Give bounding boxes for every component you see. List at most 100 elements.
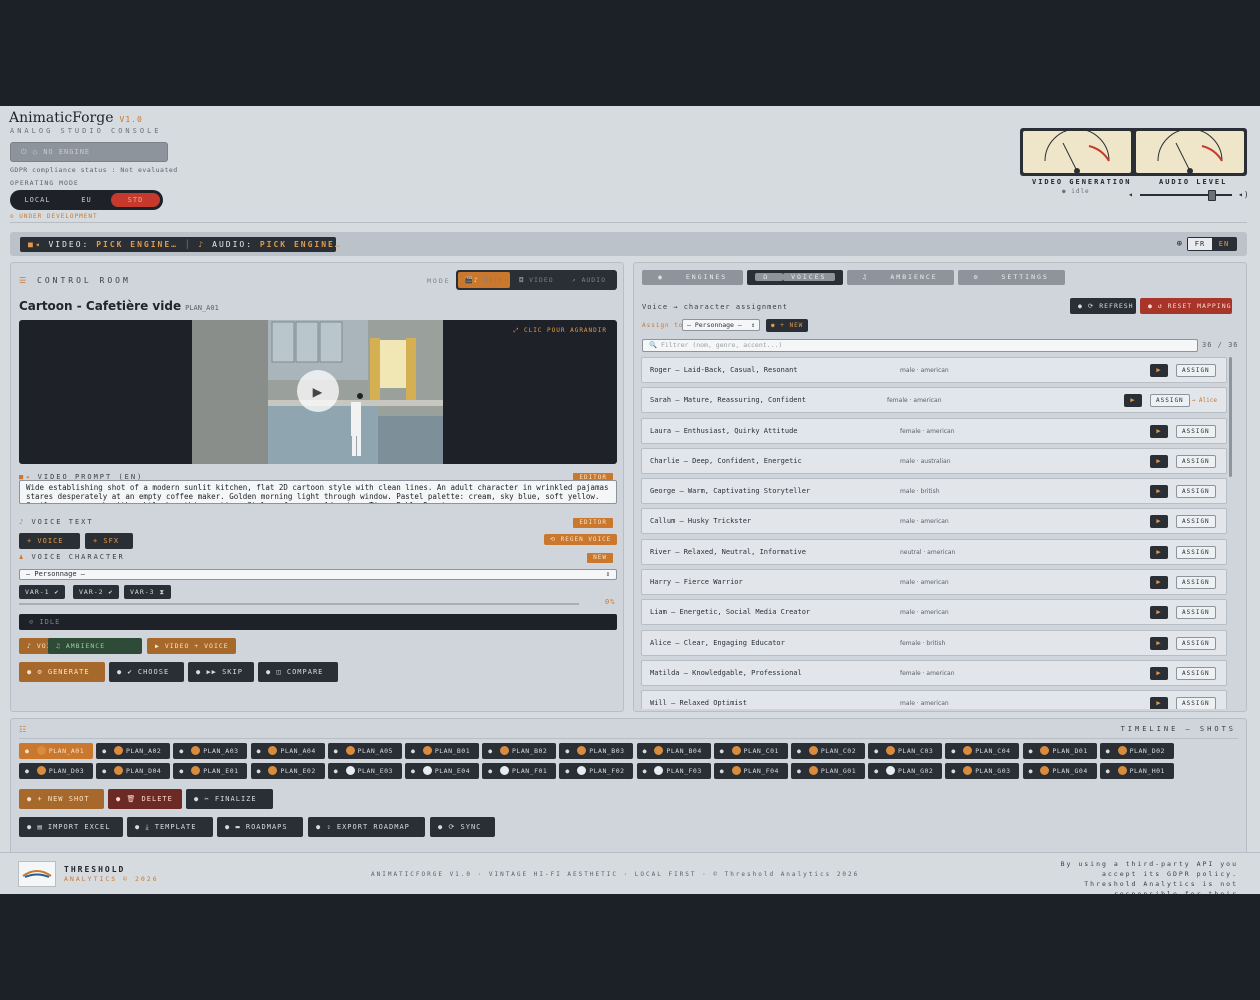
assign-button[interactable]: ASSIGN (1176, 424, 1216, 438)
assign-button[interactable]: ASSIGN (1176, 666, 1216, 680)
shot-plan-c01[interactable]: ● PLAN_C01 (713, 743, 788, 759)
play-icon[interactable]: ▶ (1150, 485, 1168, 499)
opmode-eu[interactable]: EU (62, 193, 111, 207)
slider-knob[interactable] (1208, 190, 1216, 201)
assign-button[interactable]: ASSIGN (1176, 364, 1216, 377)
shot-plan-d03[interactable]: ● PLAN_D03 (19, 763, 93, 779)
video-preview[interactable]: ▶ ⤢ CLIC POUR AGRANDIR (19, 320, 617, 464)
play-icon[interactable]: ▶ (1150, 576, 1168, 590)
variant-2-button[interactable]: VAR-2 ✔ (73, 585, 120, 599)
shot-plan-c03[interactable]: ● PLAN_C03 (868, 743, 943, 759)
variant-1-button[interactable]: VAR-1 ✔ (19, 585, 66, 599)
engine-status-button[interactable]: ⏻ ○ NO ENGINE (10, 142, 168, 162)
voice-row[interactable]: Sarah — Mature, Reassuring, Confident fem… (641, 387, 1227, 414)
finalize-button[interactable]: ● ✂ FINALIZE (186, 789, 273, 809)
audio-level-slider[interactable]: ◂ ◂) (1128, 190, 1249, 201)
add-sfx-button[interactable]: + SFX (85, 533, 133, 549)
play-icon[interactable]: ▶ (1124, 394, 1142, 408)
shot-plan-f04[interactable]: ● PLAN_F04 (713, 763, 788, 779)
voice-row[interactable]: Harry — Fierce Warrior male · american ▶ AS… (641, 569, 1227, 596)
shot-plan-f03[interactable]: ● PLAN_F03 (636, 763, 711, 779)
assign-button[interactable]: ASSIGN (1176, 606, 1216, 620)
voice-row[interactable]: Callum — Husky Trickster male · american ▶… (641, 508, 1227, 535)
variant-3-button[interactable]: VAR-3 ⧗ (124, 585, 172, 599)
voice-row[interactable]: Matilda — Knowledgable, Professional fema… (641, 659, 1227, 686)
shot-plan-g03[interactable]: ● PLAN_G03 (945, 763, 1020, 779)
voice-filter-input[interactable]: 🔍 Filtrer (nom, genre, accent...) (642, 339, 1198, 352)
shot-plan-e01[interactable]: ● PLAN_E01 (173, 763, 248, 779)
import-excel-button[interactable]: ● ▤ IMPORT EXCEL (19, 817, 123, 837)
voice-row[interactable]: Will — Relaxed Optimist male · american ▶ A… (641, 690, 1227, 709)
shot-plan-f02[interactable]: ● PLAN_F02 (559, 763, 634, 779)
compare-button[interactable]: ● ◫ COMPARE (258, 662, 338, 682)
template-button[interactable]: ● ⤓ TEMPLATE (127, 817, 213, 837)
shot-plan-g04[interactable]: ● PLAN_G04 (1022, 763, 1097, 779)
play-icon[interactable]: ▶ (1150, 364, 1168, 377)
opmode-std[interactable]: STD (111, 193, 160, 207)
shot-plan-c04[interactable]: ● PLAN_C04 (945, 743, 1020, 759)
play-icon[interactable]: ▶ (1150, 515, 1168, 529)
shot-plan-h01[interactable]: ● PLAN_H01 (1099, 763, 1174, 779)
shot-plan-f01[interactable]: ● PLAN_F01 (482, 763, 557, 779)
shot-plan-a04[interactable]: ● PLAN_A04 (250, 743, 325, 759)
tab-voices[interactable]: Ω VOICES (747, 270, 843, 285)
play-icon[interactable]: ▶ (297, 370, 339, 412)
choose-button[interactable]: ● ✔ CHOOSE (109, 662, 184, 682)
assign-button[interactable]: ASSIGN (1176, 454, 1216, 468)
click-to-enlarge-hint[interactable]: ⤢ CLIC POUR AGRANDIR (514, 327, 607, 335)
play-icon[interactable]: ▶ (1150, 606, 1168, 620)
refresh-button[interactable]: ● ⟳ REFRESH (1070, 298, 1136, 314)
assign-button[interactable]: ASSIGN (1176, 485, 1216, 499)
voice-list-scrollbar[interactable] (1229, 357, 1232, 477)
shot-plan-a02[interactable]: ● PLAN_A02 (96, 743, 171, 759)
shot-plan-d04[interactable]: ● PLAN_D04 (96, 763, 171, 779)
skip-button[interactable]: ● ▶▶ SKIP (188, 662, 254, 682)
sync-button[interactable]: ● ⟳ SYNC (430, 817, 495, 837)
video-prompt-textarea[interactable]: Wide establishing shot of a modern sunli… (19, 480, 617, 504)
lang-fr[interactable]: FR (1188, 238, 1212, 250)
voice-row[interactable]: Charlie — Deep, Confident, Energetic male… (641, 447, 1227, 474)
assign-button[interactable]: ASSIGN (1176, 545, 1216, 559)
shot-plan-b04[interactable]: ● PLAN_B04 (636, 743, 711, 759)
mode-audio[interactable]: ↗ AUDIO (563, 272, 615, 288)
shot-plan-d02[interactable]: ● PLAN_D02 (1099, 743, 1174, 759)
new-character-button[interactable]: ● + NEW (766, 319, 809, 332)
reset-mapping-button[interactable]: ● ↺ RESET MAPPING (1140, 298, 1232, 314)
shot-plan-e03[interactable]: ● PLAN_E03 (327, 763, 402, 779)
assign-button[interactable]: ASSIGN (1176, 515, 1216, 529)
assign-button[interactable]: ASSIGN (1176, 697, 1216, 709)
voice-character-select[interactable]: — Personnage — ⇕ (19, 569, 617, 580)
voice-row[interactable]: George — Warm, Captivating Storyteller ma… (641, 478, 1227, 505)
voice-row[interactable]: Alice — Clear, Engaging Educator female ·… (641, 629, 1227, 656)
shot-plan-g01[interactable]: ● PLAN_G01 (791, 763, 865, 779)
voice-row[interactable]: Liam — Energetic, Social Media Creator ma… (641, 599, 1227, 626)
tab-settings[interactable]: ⚙ SETTINGS (957, 270, 1065, 285)
regen-voice-button[interactable]: ⟲ REGEN VOICE (544, 534, 618, 545)
shot-plan-c02[interactable]: ● PLAN_C02 (791, 743, 865, 759)
add-voice-button[interactable]: + VOICE (19, 533, 80, 549)
shot-plan-b02[interactable]: ● PLAN_B02 (482, 743, 557, 759)
opmode-local[interactable]: LOCAL (13, 193, 62, 207)
mode-video[interactable]: ◘ VIDEO (510, 272, 562, 288)
voice-row[interactable]: River — Relaxed, Neutral, Informative neu… (641, 538, 1227, 565)
voice-text-editor-tag[interactable]: EDITOR (573, 518, 613, 528)
tab-ambience[interactable]: ♫ AMBIENCE (846, 270, 954, 285)
tab-engines[interactable]: ◉ ENGINES (642, 270, 744, 285)
play-icon[interactable]: ▶ (1150, 697, 1168, 709)
shot-plan-b01[interactable]: ● PLAN_B01 (405, 743, 479, 759)
generate-button[interactable]: ● ⚙ GENERATE (19, 662, 105, 682)
roadmaps-button[interactable]: ● ▬ ROADMAPS (217, 817, 303, 837)
shot-plan-b03[interactable]: ● PLAN_B03 (559, 743, 634, 759)
export-roadmap-button[interactable]: ● ⇪ EXPORT ROADMAP (308, 817, 425, 837)
assign-button[interactable]: ASSIGN (1150, 394, 1190, 408)
voice-character-new-tag[interactable]: NEW (587, 553, 613, 563)
play-icon[interactable]: ▶ (1150, 424, 1168, 438)
voice-row[interactable]: Roger — Laid-Back, Casual, Resonant male … (641, 357, 1227, 383)
assign-button[interactable]: ASSIGN (1176, 636, 1216, 650)
delete-button[interactable]: ● 🗑 DELETE (108, 789, 182, 809)
assign-button[interactable]: ASSIGN (1176, 576, 1216, 590)
play-icon[interactable]: ▶ (1150, 636, 1168, 650)
shot-plan-a05[interactable]: ● PLAN_A05 (327, 743, 402, 759)
shot-plan-e02[interactable]: ● PLAN_E02 (250, 763, 325, 779)
voice-row[interactable]: Laura — Enthusiast, Quirky Attitude femal… (641, 417, 1227, 444)
